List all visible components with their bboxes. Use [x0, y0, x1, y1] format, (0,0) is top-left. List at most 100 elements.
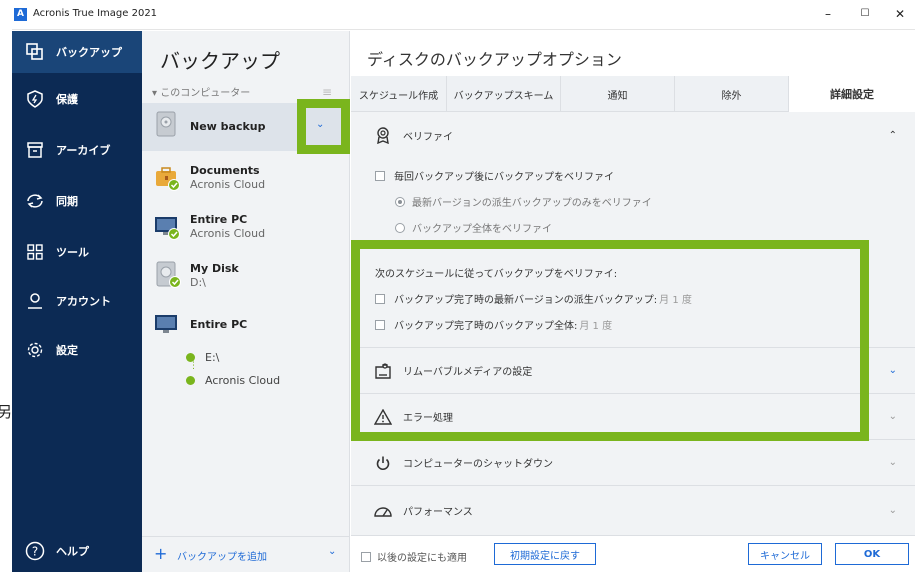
- section-performance-header[interactable]: パフォーマンス ⌄: [351, 485, 915, 535]
- minimize-button[interactable]: –: [818, 5, 838, 23]
- option-label: 毎回バックアップ後にバックアップをベリファイ: [394, 172, 614, 183]
- add-backup-bar[interactable]: + バックアップを追加 ⌄: [142, 536, 350, 572]
- sidebar-item-label: 同期: [56, 195, 78, 208]
- backup-name: Entire PC: [190, 318, 248, 331]
- destination-label: E:\: [205, 351, 220, 364]
- section-verify-header[interactable]: ベリファイ ⌃: [351, 112, 915, 158]
- shield-icon: [22, 90, 48, 108]
- archive-icon: [22, 141, 48, 159]
- sidebar-item-label: アカウント: [56, 295, 111, 308]
- chevron-down-icon[interactable]: ⌄: [316, 119, 324, 130]
- backup-name: Documents: [190, 164, 260, 177]
- section-title: ベリファイ: [403, 131, 453, 143]
- page-edge-glyph: 另: [0, 403, 13, 421]
- backup-icon: [22, 43, 48, 61]
- option-verify-all[interactable]: バックアップ全体をベリファイ: [395, 220, 552, 235]
- tab-notifications[interactable]: 通知: [561, 76, 675, 112]
- sidebar-item-backup[interactable]: バックアップ: [12, 31, 142, 73]
- app-window: A Acronis True Image 2021 – ☐ ✕ バックアップ 保…: [12, 0, 915, 572]
- backup-destination: Acronis Cloud: [190, 227, 266, 240]
- sidebar-item-label: バックアップ: [56, 46, 122, 59]
- sync-icon: [22, 192, 48, 210]
- chevron-up-icon[interactable]: ⌃: [889, 130, 897, 141]
- tools-grid-icon: [22, 243, 48, 261]
- option-apply-later[interactable]: 以後の設定にも適用: [361, 549, 467, 564]
- close-button[interactable]: ✕: [890, 5, 910, 23]
- sidebar-item-tools[interactable]: ツール: [12, 231, 142, 273]
- sidebar-item-label: 設定: [56, 344, 78, 357]
- destination-item[interactable]: Acronis Cloud: [186, 374, 280, 387]
- help-label: ヘルプ: [56, 545, 89, 558]
- maximize-button[interactable]: ☐: [855, 5, 875, 23]
- monitor-icon: [154, 313, 180, 340]
- radio-button[interactable]: [395, 196, 405, 207]
- sidebar-nav: バックアップ 保護 アーカイブ 同期 ツール アカウント 設定 ? ヘルプ: [12, 31, 142, 572]
- checkbox[interactable]: [375, 170, 385, 181]
- backup-item-entire-pc-cloud[interactable]: Entire PC Acronis Cloud: [142, 206, 350, 254]
- option-label: バックアップ全体をベリファイ: [412, 224, 552, 235]
- app-logo-icon: A: [14, 8, 27, 21]
- add-backup-label: バックアップを追加: [177, 552, 267, 563]
- cancel-button[interactable]: キャンセル: [748, 543, 822, 565]
- backup-name: New backup: [190, 120, 266, 133]
- option-label: 以後の設定にも適用: [377, 553, 467, 564]
- sidebar-item-protection[interactable]: 保護: [12, 78, 142, 120]
- help-icon: ?: [22, 541, 48, 561]
- backup-item-documents[interactable]: Documents Acronis Cloud: [142, 157, 350, 205]
- gear-icon: [22, 341, 48, 359]
- plus-icon: +: [154, 544, 168, 563]
- ok-button[interactable]: OK: [835, 543, 909, 565]
- group-header[interactable]: ▾ このコンピューター: [152, 84, 250, 99]
- radio-button[interactable]: [395, 222, 405, 233]
- speedometer-icon: [373, 504, 393, 518]
- reset-defaults-button[interactable]: 初期設定に戻す: [494, 543, 596, 565]
- help-button[interactable]: ? ヘルプ: [12, 530, 142, 572]
- backup-destination: D:\: [190, 276, 206, 289]
- section-title: コンピューターのシャットダウン: [403, 459, 553, 470]
- tab-backup-scheme[interactable]: バックアップスキーム: [447, 76, 561, 112]
- chevron-down-icon[interactable]: ⌄: [889, 411, 897, 422]
- tab-exclusions[interactable]: 除外: [675, 76, 789, 112]
- chevron-down-icon[interactable]: ⌄: [889, 457, 897, 468]
- sidebar-item-label: アーカイブ: [56, 144, 111, 157]
- disk-icon: [156, 261, 182, 292]
- sidebar-item-sync[interactable]: 同期: [12, 180, 142, 222]
- highlight-frame: [351, 240, 869, 441]
- connector-dots: ⋮: [189, 361, 198, 371]
- chevron-down-icon[interactable]: ⌄: [328, 546, 336, 557]
- chevron-down-icon[interactable]: ⌄: [889, 505, 897, 516]
- backup-list-title: バックアップ: [160, 49, 280, 73]
- backup-name: Entire PC: [190, 213, 248, 226]
- backup-name: My Disk: [190, 262, 239, 275]
- sidebar-item-archive[interactable]: アーカイブ: [12, 129, 142, 171]
- option-label: 最新バージョンの派生バックアップのみをベリファイ: [412, 198, 652, 209]
- monitor-icon: [154, 214, 180, 243]
- sidebar-item-label: 保護: [56, 93, 78, 106]
- tab-bar: スケジュール作成 バックアップスキーム 通知 除外 詳細設定: [351, 76, 915, 112]
- section-title: パフォーマンス: [403, 507, 473, 518]
- power-icon: [373, 455, 393, 471]
- tab-advanced[interactable]: 詳細設定: [789, 76, 915, 112]
- backup-item-entire-pc[interactable]: Entire PC: [142, 305, 350, 345]
- sidebar-item-label: ツール: [56, 246, 89, 259]
- badge-icon: [373, 126, 393, 144]
- chevron-down-icon[interactable]: ⌄: [889, 365, 897, 376]
- tab-schedule[interactable]: スケジュール作成: [351, 76, 447, 112]
- option-latest-only[interactable]: 最新バージョンの派生バックアップのみをベリファイ: [395, 194, 652, 209]
- section-shutdown-header[interactable]: コンピューターのシャットダウン ⌄: [351, 439, 915, 485]
- checkbox[interactable]: [361, 551, 371, 562]
- svg-text:?: ?: [32, 545, 38, 559]
- options-footer: 以後の設定にも適用 初期設定に戻す キャンセル OK: [351, 535, 915, 572]
- backup-item-my-disk[interactable]: My Disk D:\: [142, 255, 350, 303]
- briefcase-icon: [154, 165, 180, 194]
- option-verify-each[interactable]: 毎回バックアップ後にバックアップをベリファイ: [375, 168, 614, 183]
- options-panel: ディスクのバックアップオプション スケジュール作成 バックアップスキーム 通知 …: [351, 31, 915, 572]
- sidebar-item-account[interactable]: アカウント: [12, 280, 142, 322]
- page-title: ディスクのバックアップオプション: [367, 50, 622, 69]
- backup-destination: Acronis Cloud: [190, 178, 266, 191]
- hamburger-icon[interactable]: ≡: [322, 85, 332, 99]
- disk-icon: [156, 111, 176, 140]
- status-dot-icon: [186, 376, 195, 385]
- user-icon: [22, 292, 48, 310]
- sidebar-item-settings[interactable]: 設定: [12, 329, 142, 371]
